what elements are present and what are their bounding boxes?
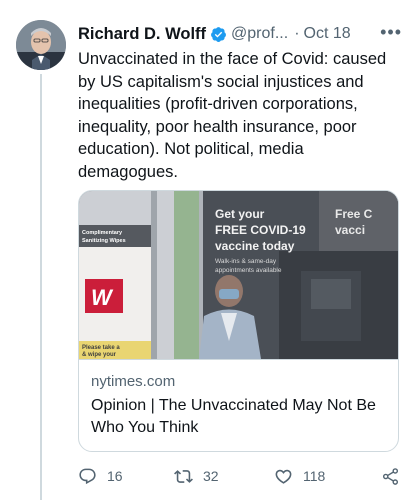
- author-handle[interactable]: @prof...: [231, 25, 288, 43]
- separator-dot: ·: [294, 25, 300, 42]
- share-icon: [382, 467, 399, 485]
- share-button[interactable]: [381, 462, 400, 490]
- card-image: Complimentary Sanitizing Wipes W Please …: [79, 191, 398, 359]
- link-card[interactable]: Complimentary Sanitizing Wipes W Please …: [78, 190, 399, 452]
- reply-count: 16: [107, 468, 123, 484]
- retweet-count: 32: [203, 468, 219, 484]
- like-count: 118: [303, 468, 326, 484]
- card-divider: [79, 359, 398, 360]
- card-domain: nytimes.com: [91, 373, 176, 390]
- retweet-button[interactable]: 32: [174, 462, 219, 490]
- author-name[interactable]: Richard D. Wolff: [78, 25, 206, 44]
- retweet-icon: [174, 469, 193, 483]
- heart-icon: [275, 469, 292, 484]
- like-button[interactable]: 118: [274, 462, 325, 490]
- tweet-header: Richard D. Wolff @prof... · Oct 18 •••: [78, 22, 406, 46]
- reply-icon: [79, 468, 96, 484]
- more-icon[interactable]: •••: [380, 22, 402, 43]
- avatar-image: [16, 20, 66, 70]
- reply-button[interactable]: 16: [78, 462, 123, 490]
- thread-line: [40, 74, 42, 500]
- card-title: Opinion | The Unvaccinated May Not Be Wh…: [91, 397, 376, 436]
- tweet-text: Unvaccinated in the face of Covid: cause…: [78, 50, 387, 181]
- verified-badge-icon: [210, 26, 227, 43]
- avatar[interactable]: [16, 20, 66, 70]
- tweet-date[interactable]: Oct 18: [304, 25, 351, 43]
- tweet-actions: 16 32 118: [78, 462, 404, 490]
